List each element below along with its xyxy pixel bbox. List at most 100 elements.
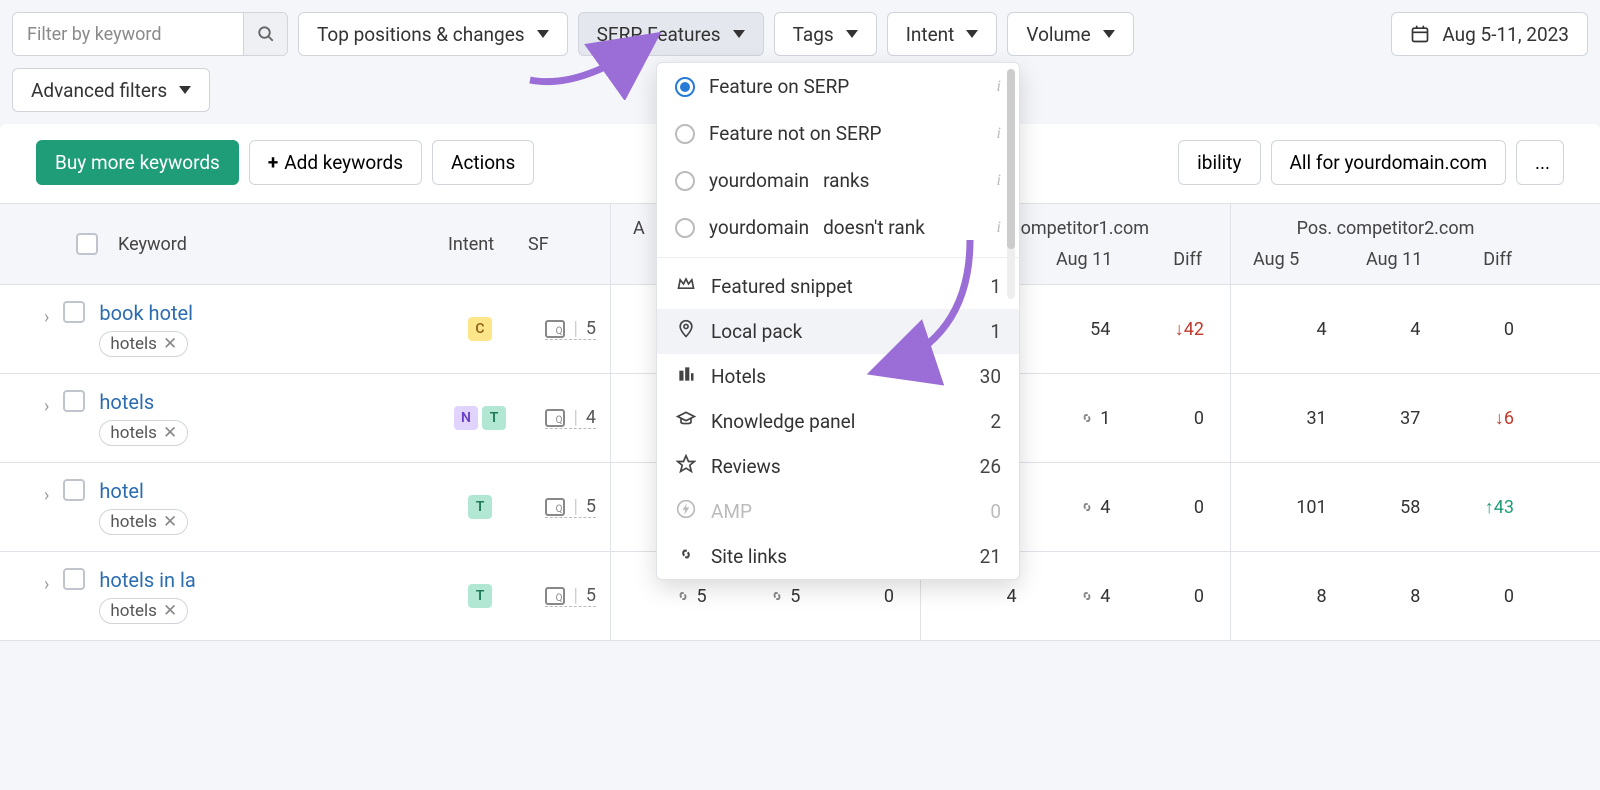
serp-feature-option[interactable]: Hotels30 xyxy=(657,354,1019,399)
cell-group-c2: 31376 xyxy=(1230,374,1540,462)
date-range-label: Aug 5-11, 2023 xyxy=(1442,23,1569,46)
keyword-link[interactable]: hotels in la xyxy=(99,568,195,592)
pin-icon xyxy=(675,319,697,344)
sf-value[interactable]: |5 xyxy=(545,496,596,518)
serp-feature-option[interactable]: Reviews 26 xyxy=(657,444,1019,489)
more-options-button[interactable]: ... xyxy=(1516,140,1564,185)
serp-snapshot-icon xyxy=(545,320,565,338)
advanced-filters-label: Advanced filters xyxy=(31,79,167,102)
chevron-down-icon xyxy=(537,30,549,38)
radio-label-b: ranks xyxy=(823,169,869,192)
scrollbar-thumb[interactable] xyxy=(1007,69,1015,249)
serp-feature-option[interactable]: Local pack1 xyxy=(657,309,1019,354)
tag-label: hotels xyxy=(110,423,157,443)
th-comp2-label: Pos. competitor2.com xyxy=(1249,218,1522,249)
select-all-checkbox[interactable] xyxy=(76,233,98,255)
row-checkbox[interactable] xyxy=(63,479,85,501)
serp-features-filter[interactable]: SERP Features xyxy=(578,12,764,56)
intent-label: Intent xyxy=(906,23,955,46)
keyword-tag[interactable]: hotels✕ xyxy=(99,331,188,357)
advanced-filters-button[interactable]: Advanced filters xyxy=(12,68,210,112)
date-range-button[interactable]: Aug 5-11, 2023 xyxy=(1391,12,1588,56)
keyword-link[interactable]: hotel xyxy=(99,479,143,503)
keyword-link[interactable]: hotels xyxy=(99,390,154,414)
tags-label: Tags xyxy=(793,23,834,46)
add-keywords-button[interactable]: +Add keywords xyxy=(249,140,422,185)
actions-button[interactable]: Actions xyxy=(432,140,534,185)
row-checkbox[interactable] xyxy=(63,301,85,323)
remove-tag-icon[interactable]: ✕ xyxy=(163,512,177,532)
chevron-down-icon xyxy=(966,30,978,38)
serp-snapshot-icon xyxy=(545,409,565,427)
visibility-tab[interactable]: ibility xyxy=(1178,140,1260,185)
link-icon xyxy=(675,544,697,569)
pos-diff: 0 xyxy=(1122,586,1216,607)
info-icon[interactable]: i xyxy=(997,219,1001,237)
expand-row-caret[interactable]: › xyxy=(44,396,49,417)
pos-diff: 42 xyxy=(1122,319,1216,340)
feature-count: 26 xyxy=(980,455,1001,478)
search-icon xyxy=(257,25,275,43)
keyword-link[interactable]: book hotel xyxy=(99,301,193,325)
info-icon[interactable]: i xyxy=(997,172,1001,190)
serp-filter-radio[interactable]: yourdomaindoesn't ranki xyxy=(657,204,1019,251)
serp-feature-option[interactable]: Featured snippet 1 xyxy=(657,264,1019,309)
row-checkbox[interactable] xyxy=(63,390,85,412)
pos-aug5: 31 xyxy=(1245,408,1339,429)
feature-label: Reviews xyxy=(711,455,781,478)
th-comp2-diff: Diff xyxy=(1432,249,1522,270)
keyword-tag[interactable]: hotels ✕ xyxy=(99,420,188,446)
volume-filter[interactable]: Volume xyxy=(1007,12,1133,56)
feature-label: Featured snippet xyxy=(711,275,853,298)
sf-value[interactable]: |5 xyxy=(545,318,596,340)
crown-icon xyxy=(675,274,697,299)
pos-aug11: 5 xyxy=(719,586,813,607)
pos-aug11: 37 xyxy=(1339,408,1433,429)
keyword-tag[interactable]: hotels ✕ xyxy=(99,509,188,535)
keyword-filter-input[interactable] xyxy=(13,13,243,55)
divider xyxy=(657,257,1019,258)
serp-feature-option[interactable]: Knowledge panel2 xyxy=(657,399,1019,444)
serp-filter-radio[interactable]: yourdomainranksi xyxy=(657,157,1019,204)
tags-filter[interactable]: Tags xyxy=(774,12,877,56)
keyword-tag[interactable]: hotels✕ xyxy=(99,598,188,624)
serp-filter-radio[interactable]: Feature not on SERP i xyxy=(657,110,1019,157)
chevron-down-icon xyxy=(846,30,858,38)
tag-label: hotels xyxy=(110,512,157,532)
serp-filter-radio[interactable]: Feature on SERPi xyxy=(657,63,1019,110)
top-positions-label: Top positions & changes xyxy=(317,23,525,46)
feature-count: 1 xyxy=(990,275,1001,298)
sf-value[interactable]: |5 xyxy=(545,585,596,607)
grad-icon xyxy=(675,409,697,434)
cell-group-c2: 1015843 xyxy=(1230,463,1540,551)
scrollbar-track xyxy=(1007,69,1015,299)
pos-diff: 0 xyxy=(1122,497,1216,518)
expand-row-caret[interactable]: › xyxy=(44,485,49,506)
radio-label: Feature not on SERP xyxy=(709,122,882,145)
buy-keywords-button[interactable]: Buy more keywords xyxy=(36,140,239,185)
sf-value[interactable]: |4 xyxy=(545,407,596,429)
radio-icon xyxy=(675,77,695,97)
info-icon[interactable]: i xyxy=(997,78,1001,96)
top-positions-filter[interactable]: Top positions & changes xyxy=(298,12,568,56)
remove-tag-icon[interactable]: ✕ xyxy=(163,423,177,443)
feature-label: AMP xyxy=(711,500,752,523)
row-checkbox[interactable] xyxy=(63,568,85,590)
pos-aug11: 1 xyxy=(1029,408,1123,429)
expand-row-caret[interactable]: › xyxy=(44,574,49,595)
radio-icon xyxy=(675,218,695,238)
serp-feature-option[interactable]: AMP0 xyxy=(657,489,1019,534)
remove-tag-icon[interactable]: ✕ xyxy=(163,334,177,354)
intent-badge: N xyxy=(454,406,478,430)
pos-aug5: 8 xyxy=(1245,586,1339,607)
intent-filter[interactable]: Intent xyxy=(887,12,998,56)
intent-badge: C xyxy=(468,317,492,341)
remove-tag-icon[interactable]: ✕ xyxy=(163,601,177,621)
all-for-domain-button[interactable]: All for yourdomain.com xyxy=(1271,140,1506,185)
sf-count: 4 xyxy=(586,407,596,428)
search-button[interactable] xyxy=(243,13,287,55)
expand-row-caret[interactable]: › xyxy=(44,307,49,328)
serp-feature-option[interactable]: Site links21 xyxy=(657,534,1019,579)
info-icon[interactable]: i xyxy=(997,125,1001,143)
cell-sf: |5 xyxy=(520,552,610,640)
